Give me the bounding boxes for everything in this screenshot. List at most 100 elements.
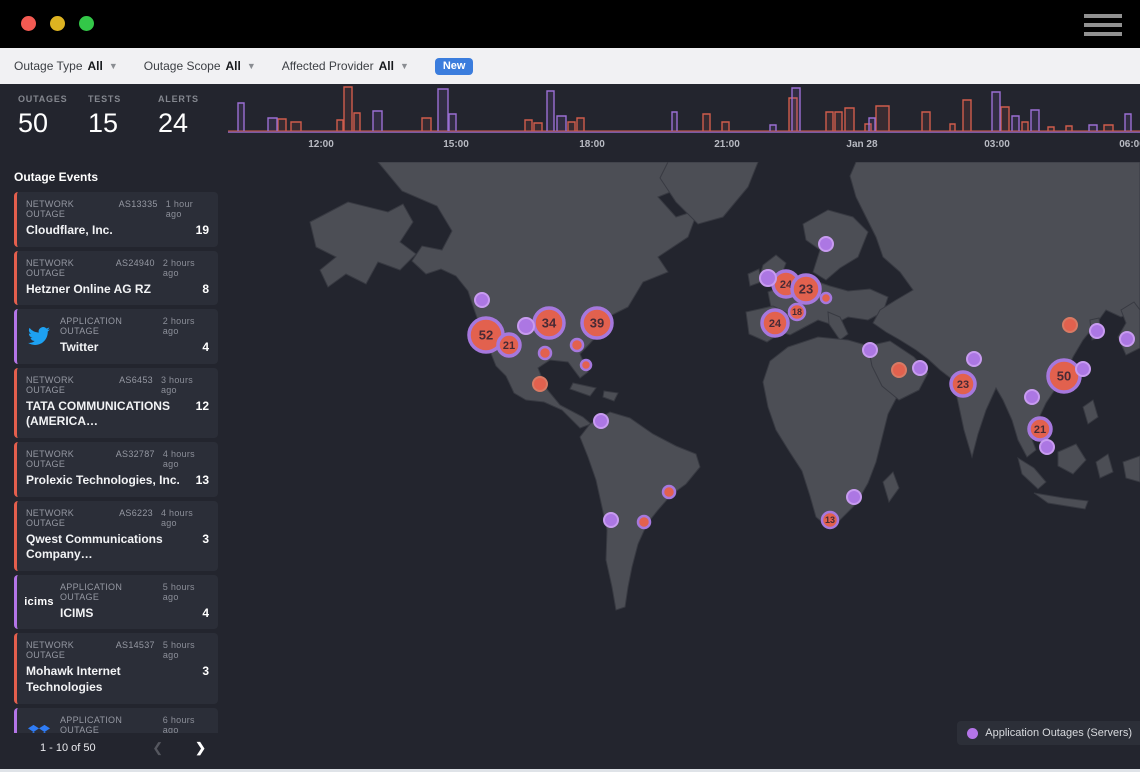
time-ago-label: 4 hours ago	[161, 508, 209, 528]
outage-type-filter[interactable]: Outage Type All ▼	[14, 59, 118, 73]
outage-event-card[interactable]: NETWORK OUTAGEAS145375 hours agoMohawk I…	[14, 633, 218, 703]
svg-text:21:00: 21:00	[714, 139, 740, 150]
next-page-button[interactable]: ❯	[195, 740, 206, 756]
application-outage-marker[interactable]	[1040, 440, 1054, 454]
asn-label: AS14537	[116, 640, 155, 650]
application-outage-marker[interactable]	[967, 352, 981, 366]
event-count: 4	[202, 340, 209, 354]
svg-text:52: 52	[479, 328, 493, 343]
outage-event-card[interactable]: icimsAPPLICATION OUTAGE5 hours agoICIMS4	[14, 575, 218, 630]
provider-name: Hetzner Online AG RZ	[26, 282, 194, 298]
network-outage-marker[interactable]: 50	[1048, 360, 1080, 392]
network-outage-marker[interactable]: 21	[498, 334, 520, 356]
provider-name: TATA COMMUNICATIONS (AMERICA…	[26, 399, 188, 430]
network-outage-marker[interactable]: 23	[792, 275, 820, 303]
filter-value: All	[379, 59, 394, 73]
filter-label: Affected Provider	[282, 59, 374, 73]
application-outage-marker[interactable]	[475, 293, 489, 307]
minimize-window-button[interactable]	[50, 16, 65, 31]
outage-type-label: NETWORK OUTAGE	[26, 449, 108, 469]
outage-type-label: APPLICATION OUTAGE	[60, 316, 155, 336]
asn-label: AS24940	[116, 258, 155, 268]
new-badge: New	[435, 58, 474, 75]
network-outage-marker[interactable]	[663, 486, 675, 498]
time-ago-label: 6 hours ago	[163, 715, 209, 733]
application-outage-marker[interactable]	[1090, 324, 1104, 338]
network-outage-marker[interactable]: 21	[1029, 418, 1051, 440]
svg-text:23: 23	[799, 282, 813, 297]
app-window: Outage Type All ▼ Outage Scope All ▼ Aff…	[0, 0, 1140, 772]
application-outage-marker[interactable]	[863, 343, 877, 357]
network-outage-marker[interactable]	[1063, 318, 1077, 332]
network-outage-marker[interactable]	[821, 293, 831, 303]
event-count: 19	[196, 223, 209, 237]
asn-label: AS6453	[119, 375, 153, 385]
hamburger-menu-icon[interactable]	[1084, 14, 1122, 41]
network-outage-marker[interactable]	[638, 516, 650, 528]
network-outage-marker[interactable]	[539, 347, 551, 359]
outage-event-card[interactable]: NETWORK OUTAGEAS249402 hours agoHetzner …	[14, 251, 218, 306]
outage-type-label: APPLICATION OUTAGE	[60, 582, 155, 602]
prev-page-button[interactable]: ❮	[152, 740, 163, 756]
filter-value: All	[226, 59, 241, 73]
application-outage-marker[interactable]	[604, 513, 618, 527]
outage-timeline-chart[interactable]: 12:0015:0018:0021:00Jan 2803:0006:00	[228, 84, 1140, 162]
network-outage-marker[interactable]: 18	[789, 304, 805, 320]
outage-type-label: NETWORK OUTAGE	[26, 375, 111, 395]
application-outage-marker[interactable]	[913, 361, 927, 375]
application-outage-marker[interactable]	[1076, 362, 1090, 376]
provider-name: Qwest Communications Company…	[26, 532, 194, 563]
filter-value: All	[88, 59, 103, 73]
application-outage-marker[interactable]	[594, 414, 608, 428]
provider-name: Twitter	[60, 340, 194, 356]
network-outage-marker[interactable]	[533, 377, 547, 391]
provider-name: Mohawk Internet Technologies	[26, 664, 194, 695]
network-outage-marker[interactable]: 13	[822, 512, 838, 528]
outage-event-card[interactable]: APPLICATION OUTAGE2 hours agoTwitter4	[14, 309, 218, 364]
time-ago-label: 1 hour ago	[166, 199, 209, 219]
asn-label: AS13335	[119, 199, 158, 209]
network-outage-marker[interactable]: 24	[762, 310, 788, 336]
sidebar-title: Outage Events	[0, 168, 228, 192]
pagination-range: 1 - 10 of 50	[40, 742, 96, 754]
affected-provider-filter[interactable]: Affected Provider All ▼	[282, 59, 409, 73]
application-outage-marker[interactable]	[518, 318, 534, 334]
svg-text:50: 50	[1057, 369, 1071, 384]
svg-text:15:00: 15:00	[443, 139, 469, 150]
filter-label: Outage Scope	[144, 59, 221, 73]
event-count: 12	[196, 399, 209, 413]
stat-label: ALERTS	[158, 94, 212, 104]
application-outage-marker[interactable]	[819, 237, 833, 251]
world-outage-map[interactable]: 522134392423182423502113 Application Out…	[228, 162, 1140, 769]
outage-event-card[interactable]: NETWORK OUTAGEAS133351 hour agoCloudflar…	[14, 192, 218, 247]
summary-strip: OUTAGES 50 TESTS 15 ALERTS 24 12:0015:00…	[0, 84, 1140, 162]
dropbox-icon	[26, 715, 52, 733]
svg-text:03:00: 03:00	[984, 139, 1010, 150]
stat-label: TESTS	[88, 94, 142, 104]
network-outage-marker[interactable]	[571, 339, 583, 351]
outage-events-list: NETWORK OUTAGEAS133351 hour agoCloudflar…	[0, 192, 228, 733]
time-ago-label: 3 hours ago	[161, 375, 209, 395]
close-window-button[interactable]	[21, 16, 36, 31]
outage-type-label: NETWORK OUTAGE	[26, 508, 111, 528]
network-outage-marker[interactable]: 23	[951, 372, 975, 396]
application-outage-marker[interactable]	[760, 270, 776, 286]
event-count: 3	[202, 664, 209, 678]
icims-icon: icims	[26, 582, 52, 622]
outage-event-card[interactable]: NETWORK OUTAGEAS62234 hours agoQwest Com…	[14, 501, 218, 571]
network-outage-marker[interactable]	[581, 360, 591, 370]
outage-event-card[interactable]: NETWORK OUTAGEAS327874 hours agoProlexic…	[14, 442, 218, 497]
stat-value: 24	[158, 108, 212, 139]
outage-event-card[interactable]: NETWORK OUTAGE AS6453 3 hours ago TATA COMM…	[14, 368, 218, 438]
stat-tests: TESTS 15	[88, 94, 142, 162]
network-outage-marker[interactable]	[892, 363, 906, 377]
network-outage-marker[interactable]: 34	[534, 308, 564, 338]
zoom-window-button[interactable]	[79, 16, 94, 31]
application-outage-marker[interactable]	[1025, 390, 1039, 404]
application-outage-marker[interactable]	[847, 490, 861, 504]
network-outage-marker[interactable]: 39	[582, 308, 612, 338]
provider-name: ICIMS	[60, 606, 194, 622]
application-outage-marker[interactable]	[1120, 332, 1134, 346]
outage-event-card[interactable]: APPLICATION OUTAGE6 hours agoDropbox17	[14, 708, 218, 733]
outage-scope-filter[interactable]: Outage Scope All ▼	[144, 59, 256, 73]
